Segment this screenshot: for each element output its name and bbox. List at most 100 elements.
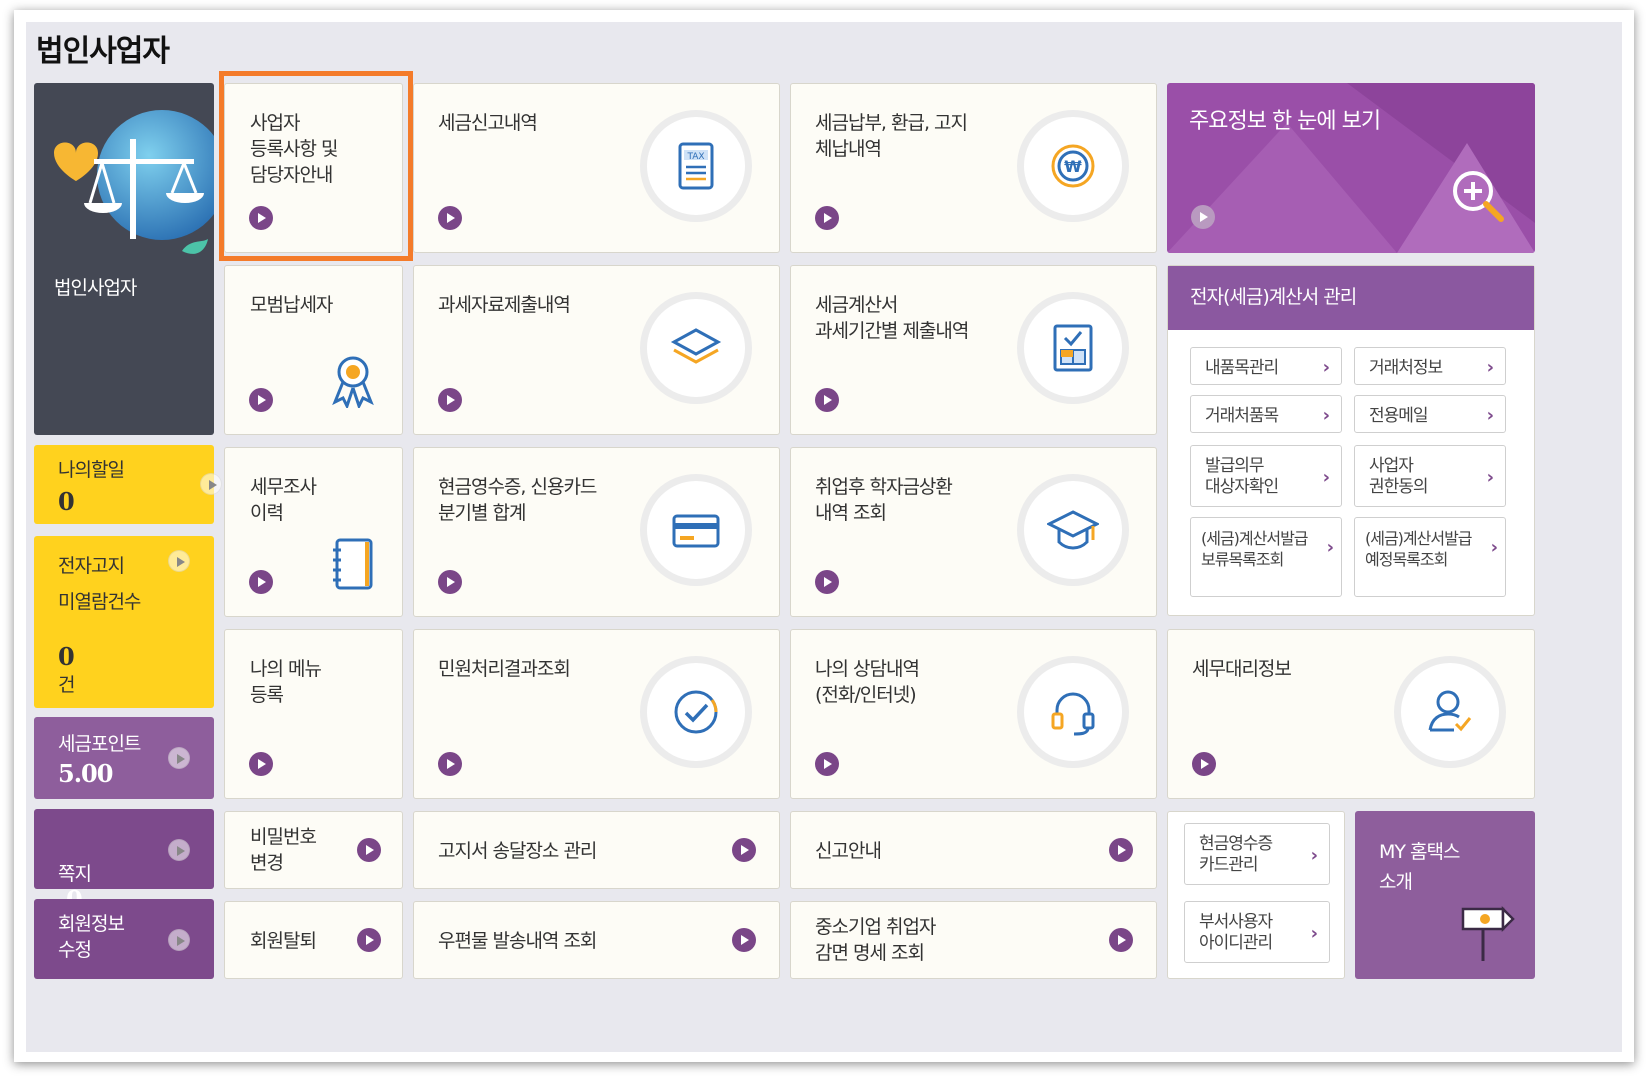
einvoice-btn-partner[interactable]: 거래처정보 › — [1354, 347, 1506, 385]
withdraw-card[interactable]: 회원탈퇴 — [224, 901, 403, 979]
einvoice-btn-items-label: 내품목관리 — [1205, 358, 1279, 378]
password-card[interactable]: 비밀번호 변경 — [224, 811, 403, 889]
scales-icon — [54, 110, 214, 254]
todo-arrow-icon[interactable] — [200, 473, 222, 495]
todo-count: 0 — [58, 487, 75, 516]
cash-receipt-arrow-icon — [438, 570, 462, 594]
chevron-right-icon: › — [1322, 467, 1330, 488]
agent-arrow-icon — [1192, 752, 1216, 776]
petition-card[interactable]: 민원처리결과조회 — [413, 629, 780, 799]
cash-card-btn-receipt[interactable]: 현금영수증 카드관리 › — [1184, 823, 1330, 885]
cash-receipt-label: 현금영수증, 신용카드 분기별 합계 — [438, 476, 597, 524]
mail-history-arrow-icon — [732, 928, 756, 952]
svg-text:TAX: TAX — [686, 152, 704, 162]
petition-arrow-icon — [438, 752, 462, 776]
key-info-arrow-icon — [1191, 205, 1215, 229]
cash-card-btn-receipt-label: 현금영수증 카드관리 — [1199, 834, 1273, 875]
magnifier-plus-icon — [1453, 171, 1504, 222]
my-menu-arrow-icon — [249, 752, 273, 776]
einvoice-btn-consent[interactable]: 사업자 권한동의 › — [1354, 445, 1506, 507]
selection-highlight — [219, 71, 413, 261]
tax-data-card[interactable]: 과세자료제출내역 — [413, 265, 780, 435]
key-info-tile[interactable]: 주요정보 한 눈에 보기 — [1167, 83, 1535, 253]
consult-card[interactable]: 나의 상담내역 (전화/인터넷) — [790, 629, 1157, 799]
sme-exemption-card[interactable]: 중소기업 취업자 감면 명세 조회 — [790, 901, 1157, 979]
notice-tile[interactable]: 전자고지 미열람건수 0 건 — [34, 536, 214, 708]
tax-payment-arrow-icon — [815, 206, 839, 230]
cash-receipt-card[interactable]: 현금영수증, 신용카드 분기별 합계 — [413, 447, 780, 617]
einvoice-btn-partner-items[interactable]: 거래처품목 › — [1190, 395, 1342, 433]
einvoice-btn-items[interactable]: 내품목관리 › — [1190, 347, 1342, 385]
einvoice-btn-obligation[interactable]: 발급의무 대상자확인 › — [1190, 445, 1342, 507]
invoice-period-card[interactable]: 세금계산서 과세기간별 제출내역 — [790, 265, 1157, 435]
einvoice-btn-consent-label: 사업자 권한동의 — [1369, 456, 1429, 497]
einvoice-btn-scheduled[interactable]: (세금)계산서발급 예정목록조회 › — [1354, 517, 1506, 597]
notice-arrow-icon[interactable] — [168, 550, 190, 572]
member-label: 회원정보 수정 — [58, 913, 125, 961]
tax-payment-label: 세금납부, 환급, 고지 체납내역 — [815, 112, 968, 160]
bill-delivery-arrow-icon — [732, 838, 756, 862]
todo-tile[interactable]: 나의할일 0 — [34, 445, 222, 524]
model-taxpayer-arrow-icon — [249, 388, 273, 412]
spreadsheet-check-icon — [1053, 324, 1093, 372]
graduation-cap-icon — [1047, 510, 1099, 550]
agent-card[interactable]: 세무대리정보 — [1167, 629, 1535, 799]
chevron-right-icon: › — [1486, 405, 1494, 426]
headset-icon — [1051, 692, 1095, 736]
bill-delivery-card[interactable]: 고지서 송달장소 관리 — [413, 811, 780, 889]
einvoice-btn-mail-label: 전용메일 — [1369, 406, 1429, 426]
chevron-right-icon: › — [1310, 923, 1318, 944]
chevron-right-icon: › — [1310, 845, 1318, 866]
audit-arrow-icon — [249, 570, 273, 594]
consult-arrow-icon — [815, 752, 839, 776]
messages-label: 쪽지 — [58, 863, 92, 885]
chevron-right-icon: › — [1486, 357, 1494, 378]
my-hometax-tile[interactable]: MY 홈택스 소개 — [1355, 811, 1535, 979]
messages-tile[interactable]: 쪽지 0 — [34, 809, 214, 913]
report-guide-card[interactable]: 신고안내 — [790, 811, 1157, 889]
notice-count: 0 — [58, 642, 75, 671]
messages-arrow-icon[interactable] — [168, 839, 190, 861]
audit-card[interactable]: 세무조사 이력 — [224, 447, 403, 617]
member-arrow-icon[interactable] — [168, 929, 190, 951]
model-taxpayer-card[interactable]: 모범납세자 — [224, 265, 403, 435]
tax-data-arrow-icon — [438, 388, 462, 412]
won-coin-icon-ring: ₩ — [1017, 110, 1129, 222]
consult-label: 나의 상담내역 (전화/인터넷) — [815, 658, 920, 706]
bill-delivery-label: 고지서 송달장소 관리 — [438, 840, 597, 862]
todo-label: 나의할일 — [58, 459, 125, 481]
signpost-icon — [1461, 905, 1515, 961]
mail-history-card[interactable]: 우편물 발송내역 조회 — [413, 901, 780, 979]
profile-tile[interactable]: 법인사업자 — [34, 83, 214, 435]
tax-payment-card[interactable]: 세금납부, 환급, 고지 체납내역 ₩ — [790, 83, 1157, 253]
my-hometax-label: MY 홈택스 소개 — [1379, 841, 1460, 893]
sme-exemption-label: 중소기업 취업자 감면 명세 조회 — [815, 916, 936, 964]
member-tile[interactable]: 회원정보 수정 — [34, 899, 214, 979]
einvoice-btn-obligation-label: 발급의무 대상자확인 — [1205, 456, 1279, 497]
check-circle-icon-ring — [640, 656, 752, 768]
student-loan-card[interactable]: 취업후 학자금상환 내역 조회 — [790, 447, 1157, 617]
chevron-right-icon: › — [1322, 405, 1330, 426]
invoice-period-arrow-icon — [815, 388, 839, 412]
chevron-right-icon: › — [1322, 357, 1330, 378]
password-arrow-icon — [357, 838, 381, 862]
credit-card-icon-ring — [640, 474, 752, 586]
key-info-label: 주요정보 한 눈에 보기 — [1189, 109, 1381, 134]
layers-icon-ring — [640, 292, 752, 404]
einvoice-btn-mail[interactable]: 전용메일 › — [1354, 395, 1506, 433]
points-tile[interactable]: 세금포인트 5.00 — [34, 717, 214, 799]
my-menu-card[interactable]: 나의 메뉴 등록 — [224, 629, 403, 799]
tax-data-label: 과세자료제출내역 — [438, 294, 571, 316]
cash-card-btn-dept[interactable]: 부서사용자 아이디관리 › — [1184, 901, 1330, 963]
award-ribbon-icon — [332, 356, 374, 408]
user-check-icon-ring — [1394, 656, 1506, 768]
points-arrow-icon[interactable] — [168, 747, 190, 769]
tax-report-card[interactable]: 세금신고내역 TAX — [413, 83, 780, 253]
my-menu-label: 나의 메뉴 등록 — [250, 658, 322, 706]
profile-label: 법인사업자 — [54, 277, 137, 299]
chevron-right-icon: › — [1326, 537, 1334, 558]
points-value: 5.00 — [58, 759, 113, 788]
agent-label: 세무대리정보 — [1192, 658, 1292, 680]
page-title: 법인사업자 — [36, 34, 170, 69]
einvoice-btn-held[interactable]: (세금)계산서발급 보류목록조회 › — [1190, 517, 1342, 597]
